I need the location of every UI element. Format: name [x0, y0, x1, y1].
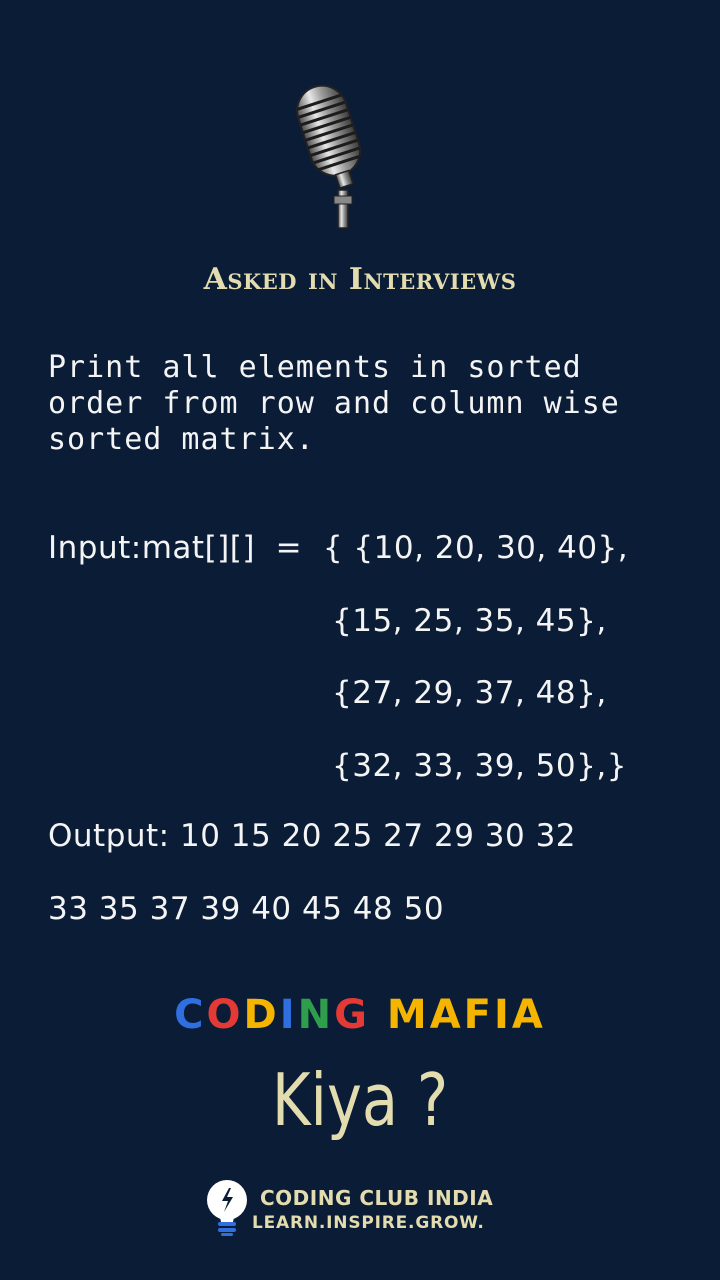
brand-letter [370, 992, 387, 1038]
lightbulb-icon [207, 1180, 247, 1236]
brand-letter: G [334, 992, 370, 1038]
heading-title: Asked in Interviews [203, 262, 517, 297]
output-line-1: Output: 10 15 20 25 27 29 30 32 [48, 818, 577, 854]
brand-letter: C [174, 992, 207, 1038]
brand-letter: A [429, 992, 464, 1038]
brand-letter: A [511, 992, 546, 1038]
question-text: Print all elements in sorted order from … [48, 350, 620, 457]
matrix-row: {32, 33, 39, 50},} [332, 748, 627, 784]
brand-letter: N [297, 992, 335, 1038]
kiya-text: Kiya ? [271, 1058, 449, 1142]
club-tagline: LEARN.INSPIRE.GROW. [252, 1213, 485, 1233]
matrix-row: {15, 25, 35, 45}, [332, 603, 607, 639]
footer-branding: CODING CLUB INDIA LEARN.INSPIRE.GROW. [204, 1178, 524, 1242]
brand-letter: O [206, 992, 244, 1038]
output-line-2: 33 35 37 39 40 45 48 50 [48, 891, 445, 927]
brand-letter: M [386, 992, 430, 1038]
brand-letter: D [243, 992, 280, 1038]
input-label: Input:mat[][] = { {10, 20, 30, 40}, [48, 530, 629, 566]
club-name: CODING CLUB INDIA [260, 1186, 494, 1210]
brand-letter: I [279, 992, 298, 1038]
brand-logo-text: CODING MAFIA [0, 992, 720, 1038]
matrix-row: {27, 29, 37, 48}, [332, 675, 607, 711]
brand-letter: I [493, 992, 512, 1038]
microphone-icon [296, 84, 362, 229]
brand-letter: F [463, 992, 494, 1038]
